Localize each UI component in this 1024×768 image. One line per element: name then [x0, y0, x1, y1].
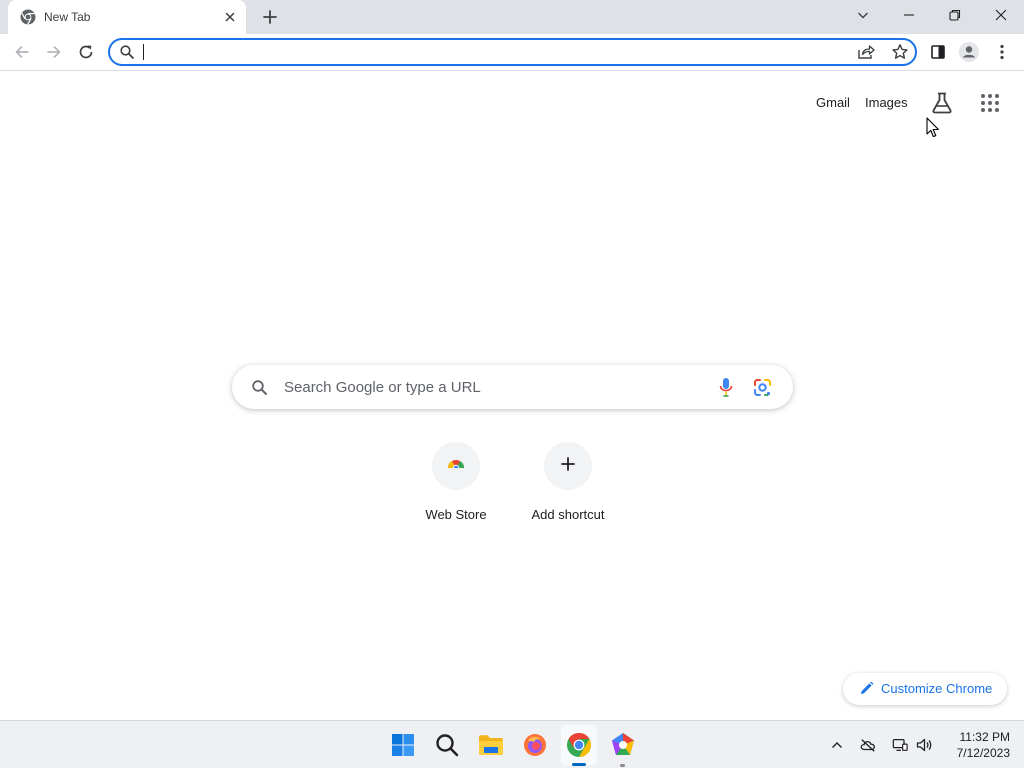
volume-icon[interactable] — [916, 737, 932, 753]
profile-avatar-icon[interactable] — [958, 41, 980, 63]
app-icon[interactable] — [609, 731, 637, 759]
clock-time: 11:32 PM — [959, 730, 1010, 744]
web-store-tile — [432, 442, 480, 490]
windows-taskbar — [0, 720, 1024, 768]
mouse-pointer-icon — [926, 117, 940, 139]
back-icon[interactable] — [11, 41, 33, 63]
clock-date: 7/12/2023 — [956, 746, 1010, 760]
tab-search-icon[interactable] — [848, 4, 878, 26]
address-input[interactable] — [146, 42, 846, 62]
share-icon[interactable] — [857, 44, 875, 65]
customize-chrome-button[interactable]: Customize Chrome — [843, 673, 1007, 705]
close-window-icon[interactable] — [986, 4, 1016, 26]
address-bar[interactable] — [108, 38, 917, 66]
windows-start-icon[interactable] — [389, 731, 417, 759]
new-tab-icon[interactable] — [260, 7, 280, 27]
minimize-icon[interactable] — [894, 4, 924, 26]
tab-new-tab[interactable]: New Tab — [8, 0, 246, 34]
chrome-favicon-icon — [20, 9, 36, 25]
chrome-web-store-icon — [444, 452, 468, 481]
file-explorer-icon[interactable] — [477, 731, 505, 759]
shortcut-web-store[interactable]: Web Store — [400, 442, 512, 532]
voice-search-icon[interactable] — [719, 377, 733, 402]
shortcut-add[interactable]: Add shortcut — [512, 442, 624, 532]
app-running-indicator — [620, 764, 625, 767]
google-search-box[interactable]: Search Google or type a URL — [232, 365, 793, 409]
network-icon[interactable] — [892, 737, 908, 753]
images-link[interactable]: Images — [865, 95, 908, 110]
bookmark-star-icon[interactable] — [891, 43, 909, 66]
forward-icon[interactable] — [43, 41, 65, 63]
firefox-icon[interactable] — [521, 731, 549, 759]
pencil-icon — [859, 681, 874, 701]
tab-close-icon[interactable] — [222, 9, 238, 25]
onedrive-offline-icon[interactable] — [860, 737, 876, 753]
search-icon — [251, 379, 268, 401]
tab-strip: New Tab — [0, 0, 1024, 34]
shortcut-label: Add shortcut — [531, 507, 605, 522]
show-hidden-icons-icon[interactable] — [829, 737, 845, 753]
text-caret — [143, 44, 144, 60]
reload-icon[interactable] — [75, 41, 97, 63]
search-placeholder: Search Google or type a URL — [284, 379, 481, 396]
shortcut-label: Web Store — [425, 507, 487, 522]
google-apps-icon[interactable] — [980, 93, 1000, 118]
lens-search-icon[interactable] — [753, 378, 772, 402]
customize-chrome-label: Customize Chrome — [881, 681, 993, 696]
add-shortcut-tile — [544, 442, 592, 490]
chrome-icon[interactable] — [565, 731, 593, 759]
omnibox-search-icon — [119, 44, 135, 65]
gmail-link[interactable]: Gmail — [816, 95, 850, 110]
tab-title: New Tab — [44, 10, 91, 24]
side-panel-icon[interactable] — [927, 41, 949, 63]
system-clock[interactable]: 11:32 PM 7/12/2023 — [940, 729, 1010, 761]
chrome-menu-icon[interactable] — [991, 41, 1013, 63]
labs-flask-icon[interactable] — [930, 91, 954, 120]
active-app-indicator — [572, 763, 586, 766]
restore-icon[interactable] — [940, 4, 970, 26]
plus-icon — [560, 456, 576, 477]
browser-toolbar — [0, 34, 1024, 71]
taskbar-search-icon[interactable] — [433, 731, 461, 759]
